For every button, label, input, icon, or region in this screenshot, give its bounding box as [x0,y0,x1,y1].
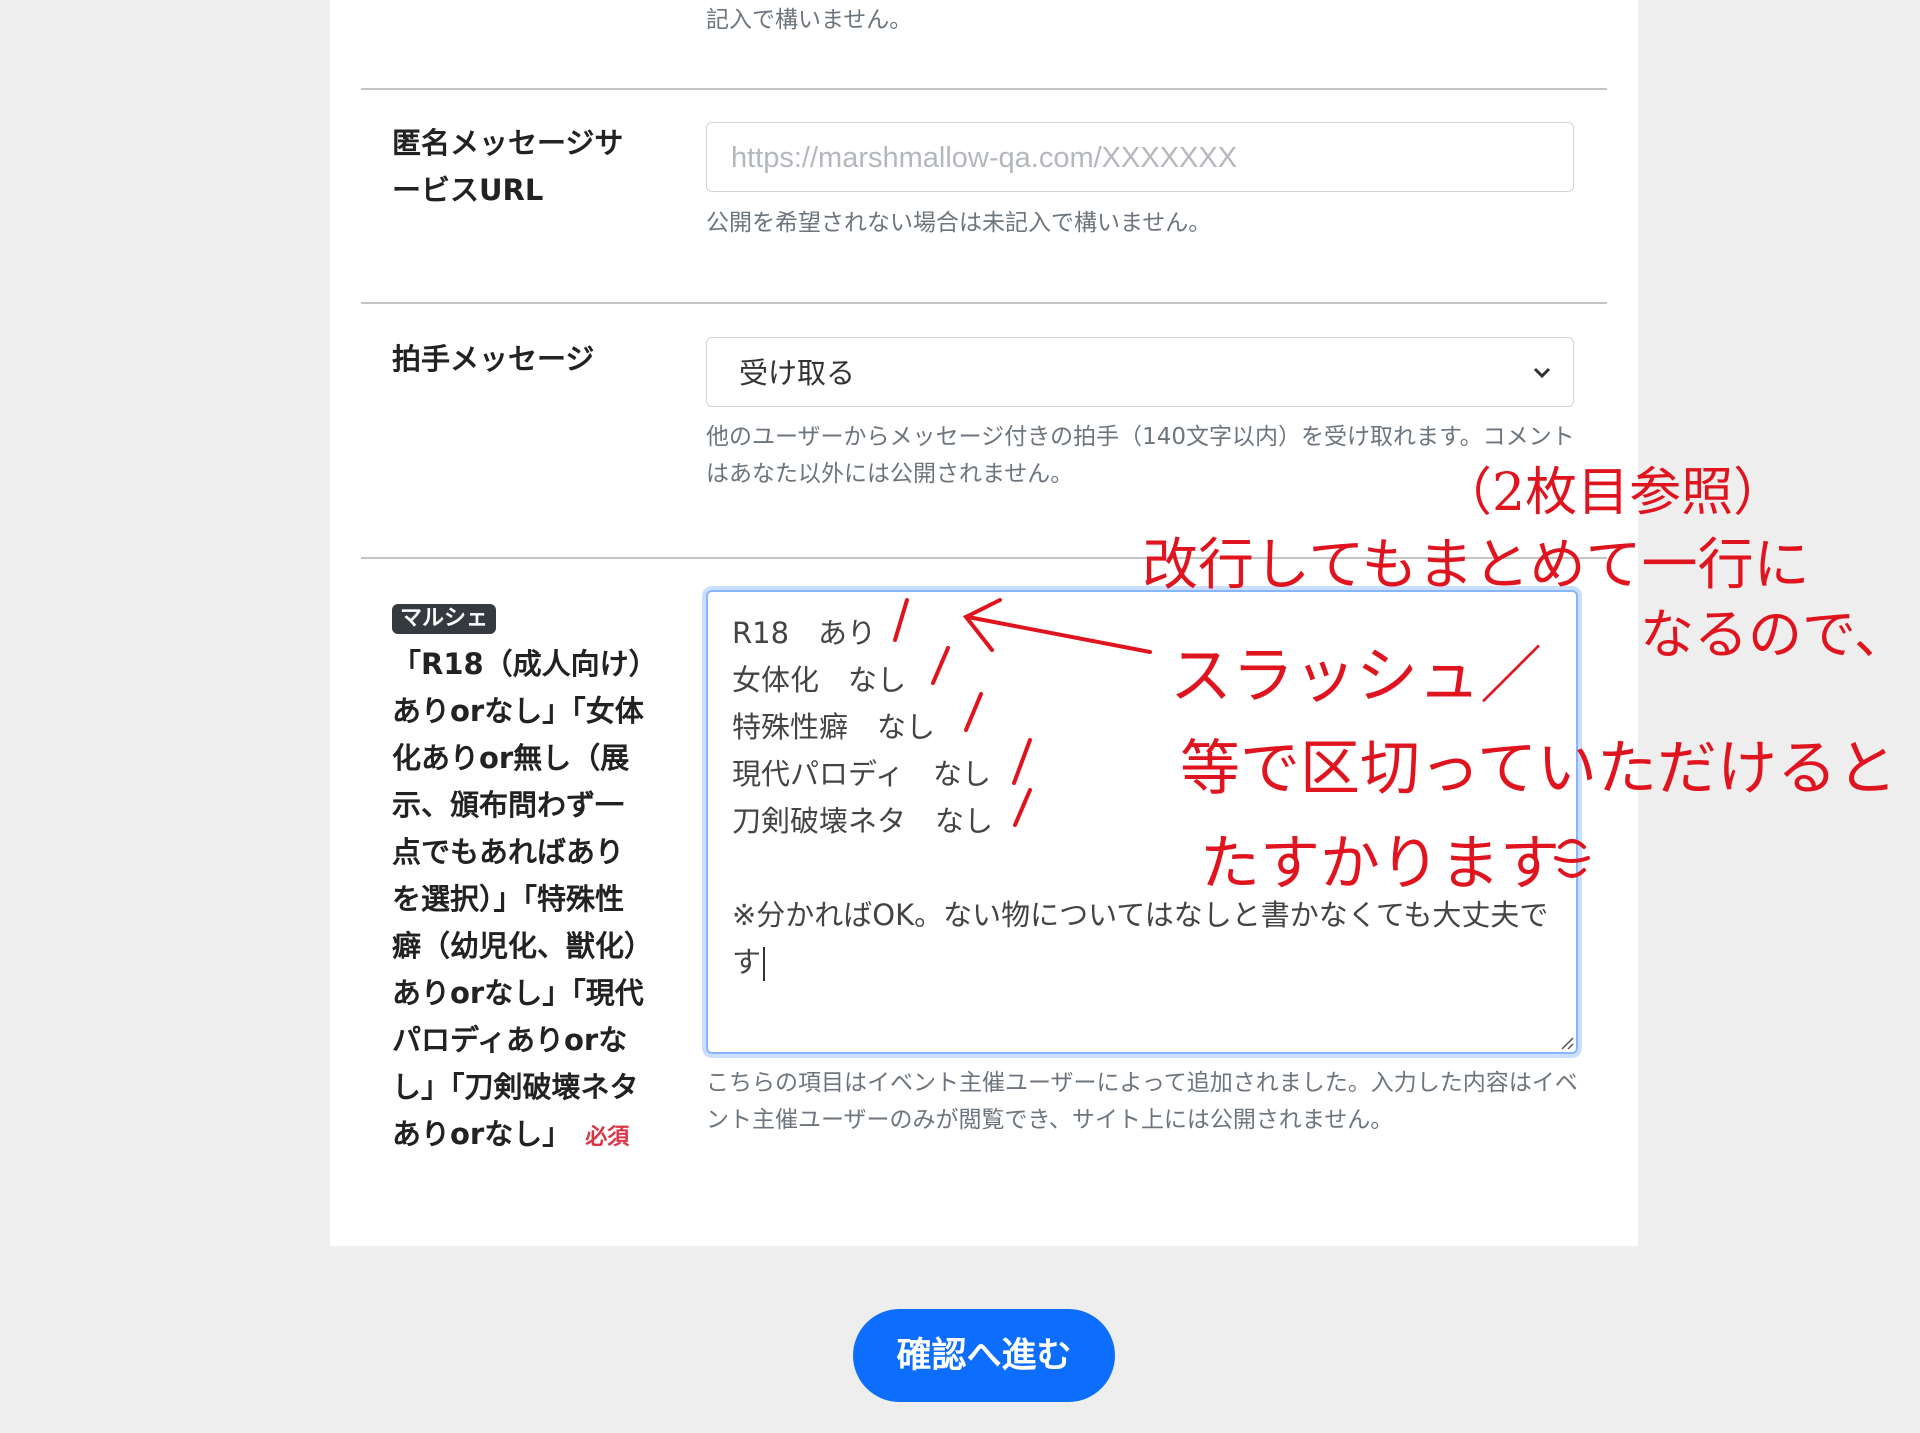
annotation-line-2: 改行してもまとめて一行に [1142,533,1810,598]
annotation-line-5: 等で区切っていただけると [1180,734,1897,804]
slash-mark [964,692,983,732]
annotation-line-3: なるので、 [1640,603,1908,666]
arrow-head [962,598,1002,652]
annotation-line-1: （2枚目参照） [1440,463,1786,523]
annotation-marks [893,598,1152,827]
slash-mark [1013,788,1032,827]
slash-mark [1012,738,1032,785]
slash-mark [893,598,909,642]
annotation-line-6: たすかります [1200,829,1560,899]
slash-mark [931,646,950,685]
arrow-shaft [966,615,1152,654]
annotation-line-4: スラッシュ／ [1170,639,1543,712]
